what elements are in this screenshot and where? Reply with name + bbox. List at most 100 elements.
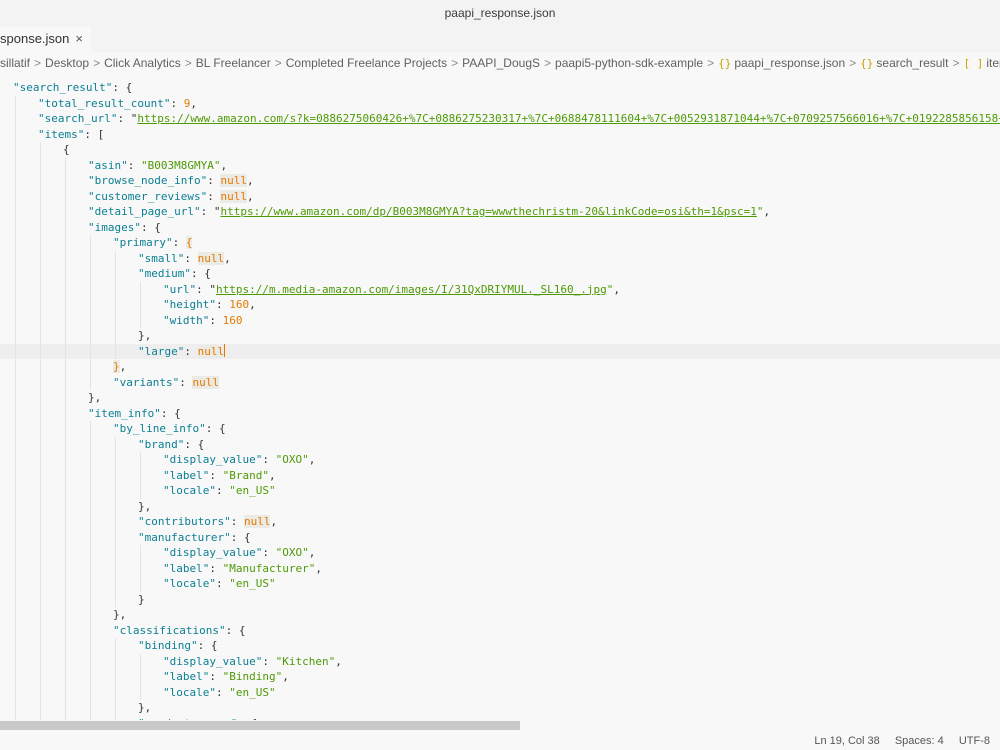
code-token: : { <box>184 437 205 451</box>
encoding-setting[interactable]: UTF-8 <box>959 735 990 747</box>
code-line[interactable]: "asin": "B003M8GMYA", <box>0 157 1000 173</box>
code-line[interactable]: "search_url": "https://www.amazon.com/s?… <box>0 111 1000 127</box>
breadcrumb-item[interactable]: paapi5-python-sdk-example <box>555 56 703 70</box>
code-token: "classifications" <box>113 623 226 637</box>
indent-guide <box>115 576 116 592</box>
code-line[interactable]: }, <box>0 607 1000 623</box>
code-line[interactable]: "browse_node_info": null, <box>0 173 1000 189</box>
code-line[interactable]: "contributors": null, <box>0 514 1000 530</box>
indent-guide <box>15 591 16 607</box>
code-line[interactable]: "detail_page_url": "https://www.amazon.c… <box>0 204 1000 220</box>
code-token: , <box>315 561 322 575</box>
code-line[interactable]: "items": [ <box>0 126 1000 142</box>
code-line[interactable]: "locale": "en_US" <box>0 483 1000 499</box>
code-line[interactable]: "customer_reviews": null, <box>0 188 1000 204</box>
breadcrumb-item[interactable]: Desktop <box>45 56 89 70</box>
indent-guide <box>140 452 141 468</box>
code-line[interactable]: "variants": null <box>0 374 1000 390</box>
indent-guide <box>65 390 66 406</box>
indent-guide <box>65 328 66 344</box>
code-line[interactable]: "locale": "en_US" <box>0 576 1000 592</box>
indent-guide <box>65 266 66 282</box>
breadcrumb-item[interactable]: {} paapi_response.json <box>718 56 845 70</box>
indent-guide <box>140 669 141 685</box>
breadcrumb-item[interactable]: {} search_result <box>860 56 948 70</box>
code-line[interactable]: "item_info": { <box>0 405 1000 421</box>
indentation-setting[interactable]: Spaces: 4 <box>895 735 944 747</box>
breadcrumb-item[interactable]: Completed Freelance Projects <box>286 56 447 70</box>
code-editor[interactable]: "search_result": {"total_result_count": … <box>0 80 1000 720</box>
window-title: paapi_response.json <box>0 0 1000 26</box>
code-content: "height": 160, <box>163 297 256 313</box>
code-line[interactable]: "search_result": { <box>0 80 1000 96</box>
code-line[interactable]: "classifications": { <box>0 622 1000 638</box>
code-line[interactable]: }, <box>0 390 1000 406</box>
indent-guide <box>90 684 91 700</box>
code-line[interactable]: "locale": "en_US" <box>0 684 1000 700</box>
indent-guide <box>90 653 91 669</box>
code-token: "binding" <box>138 639 198 652</box>
code-line[interactable]: "display_value": "Kitchen", <box>0 653 1000 669</box>
breadcrumb-label: paapi_response.json <box>734 56 846 70</box>
code-token: "by_line_info" <box>113 422 206 435</box>
code-line[interactable]: }, <box>0 359 1000 375</box>
indent-guide <box>65 421 66 437</box>
indent-guide <box>90 700 91 716</box>
indent-guide <box>115 343 116 359</box>
code-line[interactable]: "display_value": "OXO", <box>0 452 1000 468</box>
breadcrumb-item[interactable]: BL Freelancer <box>196 56 271 70</box>
code-line[interactable]: "url": "https://m.media-amazon.com/image… <box>0 281 1000 297</box>
indent-guide <box>15 359 16 375</box>
indent-guide <box>90 328 91 344</box>
code-line[interactable]: "product_group": { <box>0 715 1000 720</box>
indent-guide <box>115 483 116 499</box>
tab-paapi-response[interactable]: sponse.json × <box>0 26 91 52</box>
code-line[interactable]: "medium": { <box>0 266 1000 282</box>
breadcrumb-item[interactable]: Click Analytics <box>104 56 181 70</box>
code-line[interactable]: "label": "Brand", <box>0 467 1000 484</box>
indent-guide <box>90 266 91 282</box>
code-line[interactable]: "display_value": "OXO", <box>0 545 1000 561</box>
indent-guide <box>65 405 66 421</box>
code-token: "asin" <box>88 158 128 172</box>
code-line[interactable]: } <box>0 591 1000 607</box>
code-line[interactable]: "binding": { <box>0 638 1000 654</box>
code-token: : <box>127 158 141 172</box>
indent-guide <box>140 653 141 669</box>
code-line[interactable]: }, <box>0 498 1000 514</box>
cursor-position[interactable]: Ln 19, Col 38 <box>814 735 879 747</box>
breadcrumb-item[interactable]: [ ]items <box>963 56 1000 70</box>
code-content: }, <box>138 700 151 716</box>
code-line[interactable]: "primary": { <box>0 235 1000 251</box>
code-line[interactable]: }, <box>0 700 1000 716</box>
code-line[interactable]: { <box>0 142 1000 158</box>
code-line[interactable]: "by_line_info": { <box>0 421 1000 437</box>
code-content: "primary": { <box>113 235 193 251</box>
code-line[interactable]: "brand": { <box>0 436 1000 452</box>
indent-guide <box>15 173 16 189</box>
code-token: , <box>308 453 316 466</box>
code-token: : <box>262 546 276 559</box>
code-token: "total_result_count" <box>38 96 171 110</box>
code-line[interactable]: "small": null, <box>0 250 1000 266</box>
breadcrumb-separator-icon: > <box>544 56 552 70</box>
code-line[interactable]: "images": { <box>0 219 1000 235</box>
indent-guide <box>15 328 16 344</box>
indent-guide <box>115 250 116 266</box>
code-line[interactable]: "total_result_count": 9, <box>0 95 1000 111</box>
close-icon[interactable]: × <box>75 26 83 52</box>
code-line[interactable]: }, <box>0 328 1000 344</box>
code-content: "binding": { <box>138 638 217 654</box>
tab-label: sponse.json <box>0 31 70 46</box>
code-line[interactable]: "label": "Binding", <box>0 669 1000 685</box>
horizontal-scrollbar[interactable] <box>0 721 520 730</box>
code-line[interactable]: "large": null <box>0 343 1000 359</box>
code-line[interactable]: "width": 160 <box>0 312 1000 328</box>
code-content: "label": "Brand", <box>163 468 276 484</box>
breadcrumb-item[interactable]: sillatif <box>0 56 30 70</box>
code-line[interactable]: "label": "Manufacturer", <box>0 560 1000 576</box>
indent-guide <box>115 638 116 654</box>
breadcrumb-item[interactable]: PAAPI_DougS <box>462 56 540 70</box>
code-line[interactable]: "manufacturer": { <box>0 529 1000 545</box>
code-line[interactable]: "height": 160, <box>0 297 1000 313</box>
